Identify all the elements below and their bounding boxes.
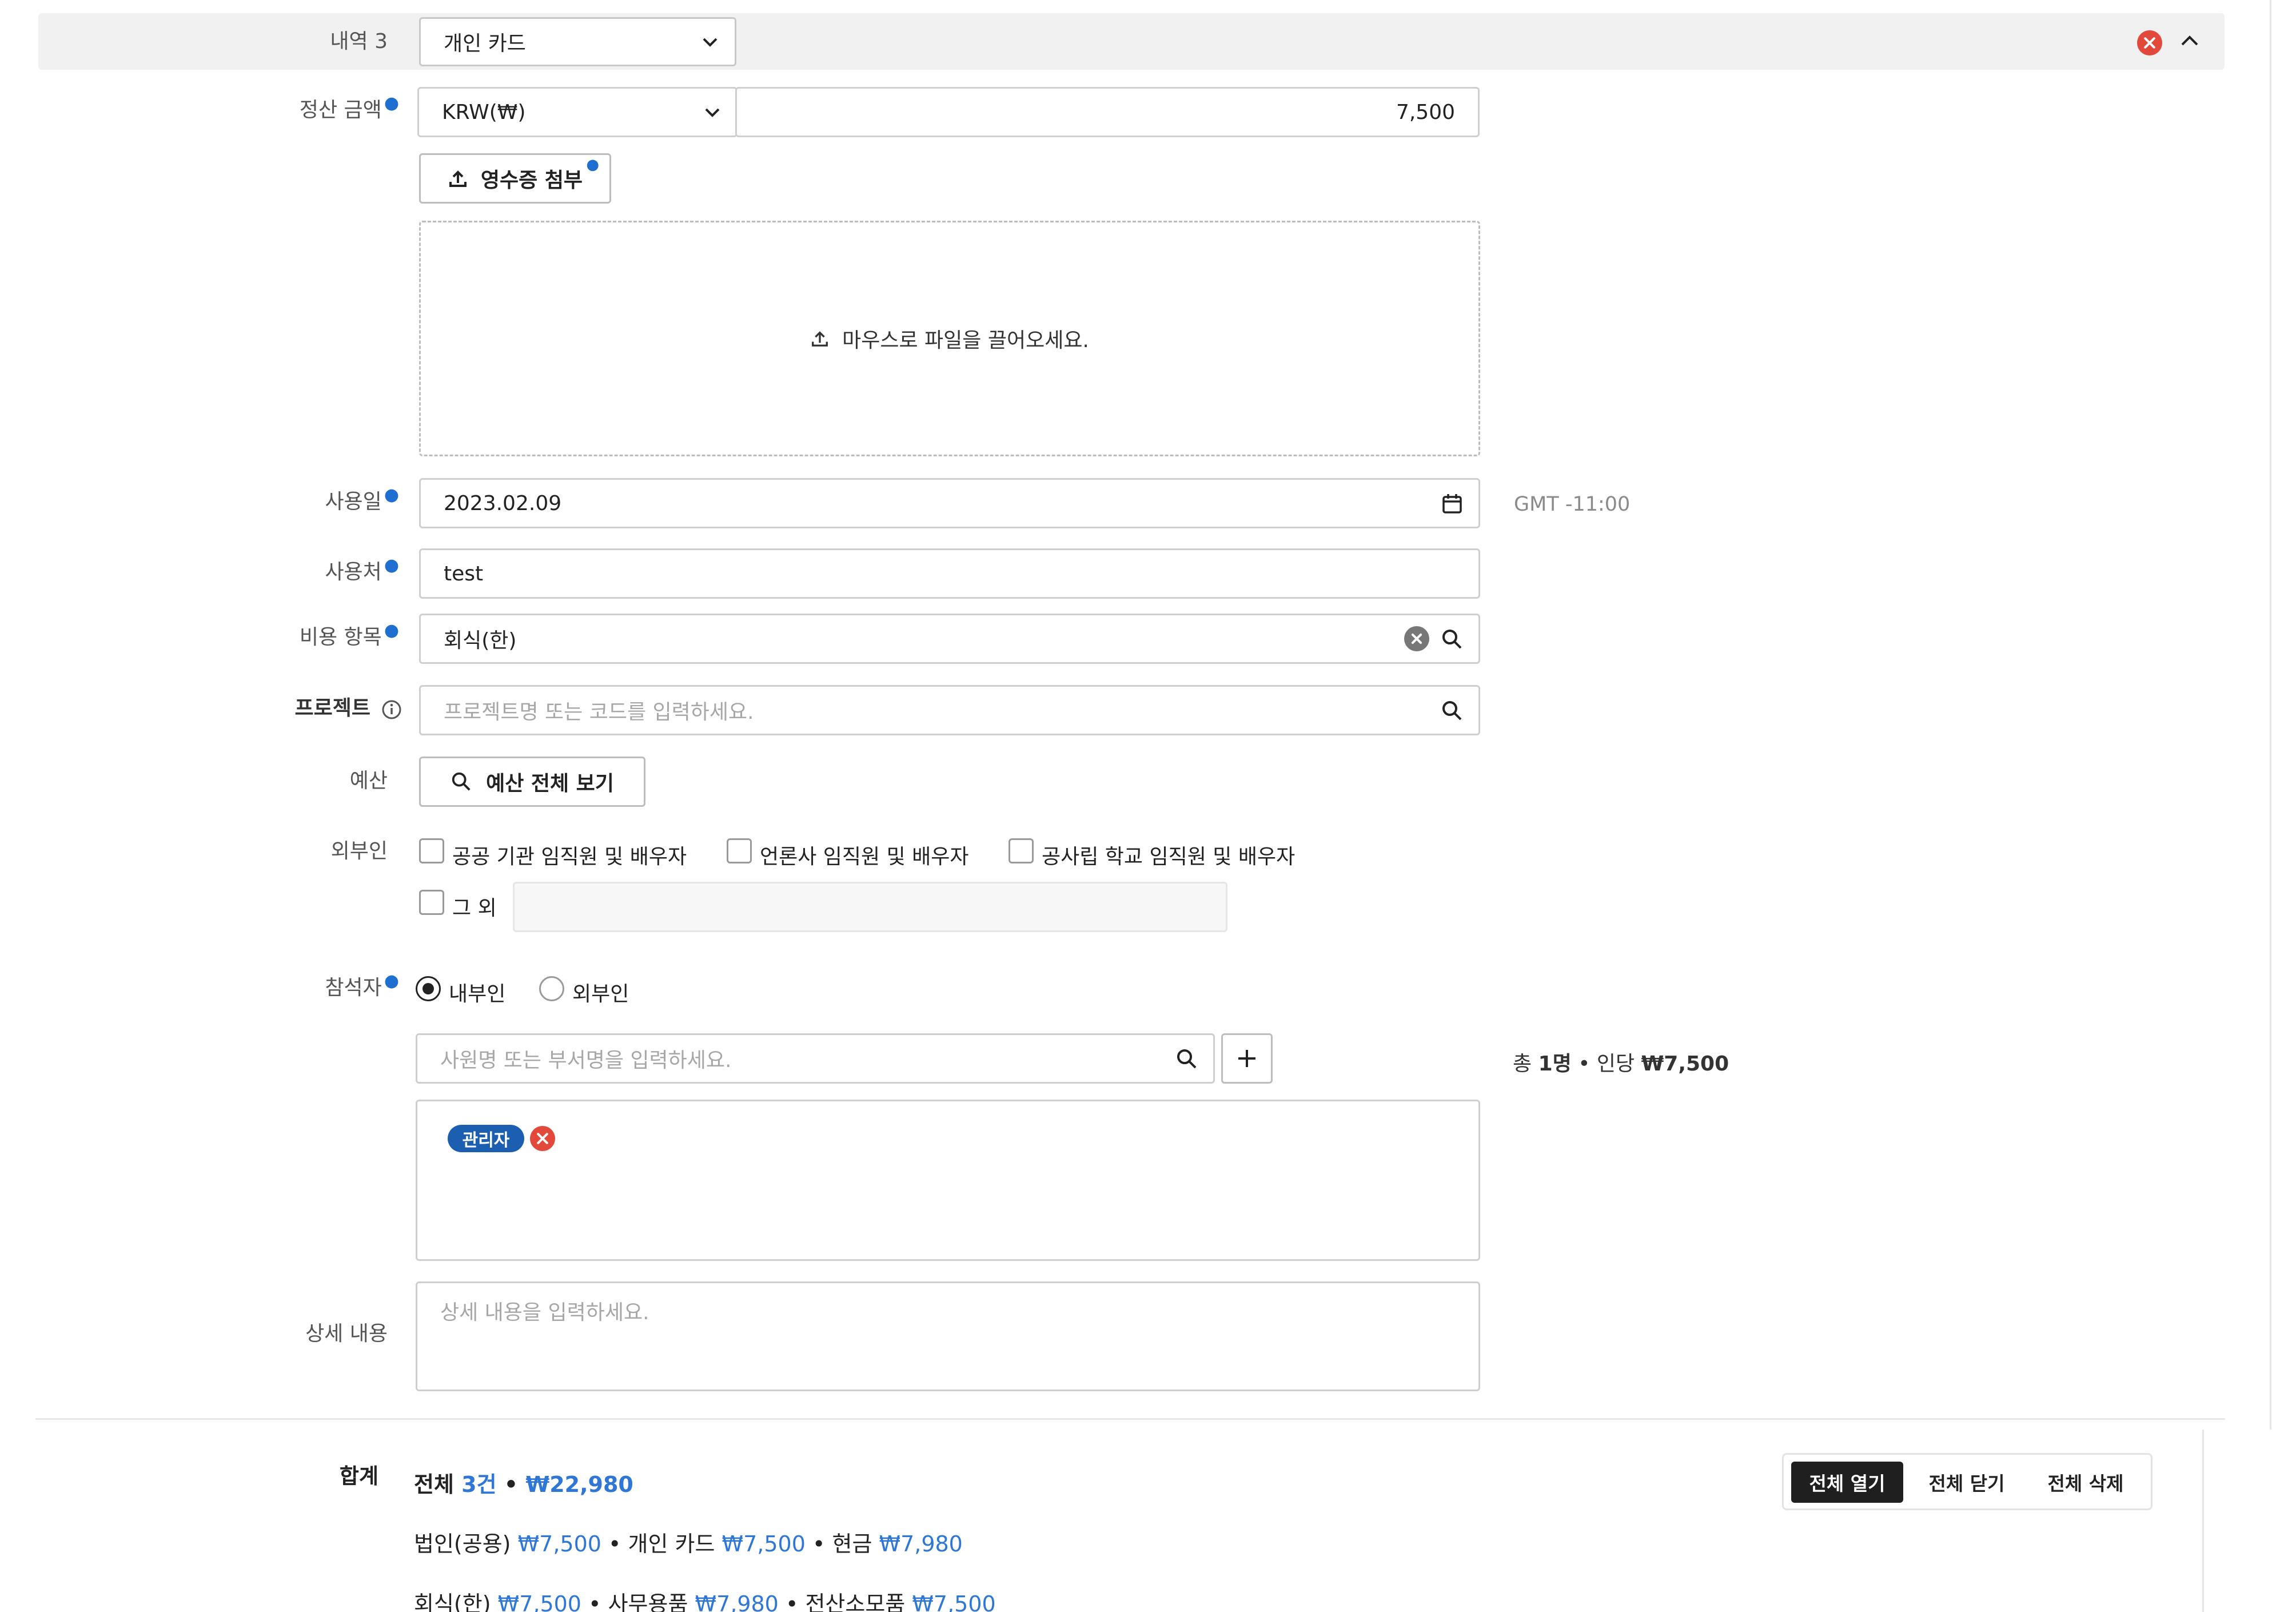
- merchant-label: 사용처 ●: [325, 555, 399, 584]
- expense-item-input[interactable]: 회식(한): [419, 614, 1480, 664]
- totals-label: 합계: [339, 1464, 378, 1488]
- delete-all-button[interactable]: 전체 삭제: [2030, 1462, 2142, 1503]
- search-icon[interactable]: [1175, 1048, 1198, 1070]
- required-dot: ●: [586, 156, 599, 173]
- details-placeholder: 상세 내용을 입력하세요.: [440, 1301, 649, 1324]
- info-icon[interactable]: [381, 699, 402, 721]
- use-date-value: 2023.02.09: [444, 491, 562, 515]
- attendee-list-box: 관리자: [416, 1100, 1480, 1261]
- payment-method-value: 개인 카드: [444, 32, 526, 55]
- merchant-value: test: [444, 562, 484, 586]
- search-icon: [452, 772, 471, 791]
- radio-internal[interactable]: [416, 976, 441, 1001]
- use-date-input[interactable]: 2023.02.09: [419, 478, 1480, 528]
- currency-select[interactable]: KRW(₩): [417, 87, 738, 137]
- details-textarea[interactable]: 상세 내용을 입력하세요.: [416, 1281, 1480, 1391]
- project-placeholder: 프로젝트명 또는 코드를 입력하세요.: [444, 700, 754, 724]
- timezone-text: GMT -11:00: [1514, 493, 1631, 516]
- attendee-search-placeholder: 사원명 또는 부서명을 입력하세요.: [440, 1049, 732, 1072]
- section-divider: [35, 1418, 2225, 1420]
- expense-item-label: 비용 항목 ●: [299, 620, 399, 649]
- view-all-budget-button[interactable]: 예산 전체 보기: [419, 757, 645, 807]
- search-icon[interactable]: [1441, 699, 1464, 722]
- attendee-summary: 총 1명 • 인당 ₩7,500: [1513, 1052, 1729, 1076]
- outsiders-label: 외부인: [330, 839, 388, 863]
- chevron-down-icon: [703, 38, 718, 47]
- use-date-label: 사용일 ●: [325, 485, 399, 514]
- checkbox-public-officials[interactable]: [419, 838, 444, 863]
- other-outsider-input[interactable]: [513, 882, 1227, 932]
- radio-internal-label: 내부인: [449, 982, 506, 1006]
- attendee-tag: 관리자: [448, 1125, 524, 1152]
- radio-external-label: 외부인: [572, 982, 629, 1006]
- item-label: 내역 3: [330, 30, 388, 53]
- upload-icon: [449, 170, 467, 187]
- checkbox-schools-label: 공사립 학교 임직원 및 배우자: [1042, 845, 1296, 869]
- currency-value: KRW(₩): [442, 100, 526, 124]
- attendee-search-input[interactable]: 사원명 또는 부서명을 입력하세요.: [416, 1033, 1215, 1084]
- attach-receipt-label: 영수증 첨부: [480, 169, 583, 192]
- calendar-icon[interactable]: [1441, 492, 1464, 515]
- amount-input[interactable]: 7,500: [735, 87, 1480, 137]
- project-label: 프로젝트: [294, 696, 370, 720]
- checkbox-press[interactable]: [727, 838, 752, 863]
- chevron-down-icon: [705, 108, 720, 117]
- open-all-button[interactable]: 전체 열기: [1791, 1462, 1903, 1503]
- details-label: 상세 내용: [305, 1322, 388, 1346]
- plus-icon: [1238, 1050, 1255, 1067]
- clear-icon[interactable]: [1404, 626, 1429, 651]
- view-all-budget-label: 예산 전체 보기: [486, 772, 614, 795]
- add-attendee-button[interactable]: [1221, 1033, 1273, 1084]
- amount-value: 7,500: [1396, 100, 1455, 124]
- right-border-line: [2270, 0, 2271, 1430]
- chevron-up-icon[interactable]: [2180, 33, 2199, 48]
- checkbox-schools[interactable]: [1009, 838, 1034, 863]
- checkbox-press-label: 언론사 임직원 및 배우자: [760, 845, 969, 869]
- attach-receipt-button[interactable]: 영수증 첨부 ●: [419, 153, 611, 204]
- remove-item-icon[interactable]: [2137, 30, 2162, 55]
- file-drop-zone[interactable]: 마우스로 파일을 끌어오세요.: [419, 221, 1480, 456]
- checkbox-public-officials-label: 공공 기관 임직원 및 배우자: [452, 845, 687, 869]
- project-input[interactable]: 프로젝트명 또는 코드를 입력하세요.: [419, 685, 1480, 735]
- expense-item-value: 회식(한): [444, 629, 517, 652]
- totals-by-category: 회식(한) ₩7,500 • 사무용품 ₩7,980 • 전산소모품 ₩7,50…: [414, 1591, 996, 1612]
- search-icon[interactable]: [1441, 628, 1464, 651]
- checkbox-other-label: 그 외: [452, 897, 497, 920]
- upload-icon: [812, 331, 828, 347]
- expand-collapse-group: 전체 열기 전체 닫기 전체 삭제: [1782, 1453, 2152, 1510]
- checkbox-other[interactable]: [419, 890, 444, 915]
- drop-zone-text: 마우스로 파일을 끌어오세요.: [842, 329, 1089, 352]
- merchant-input[interactable]: test: [419, 548, 1480, 599]
- attendees-label: 참석자 ●: [325, 971, 399, 1000]
- remove-attendee-icon[interactable]: [530, 1126, 555, 1151]
- budget-label: 예산: [349, 769, 388, 793]
- radio-external[interactable]: [539, 976, 564, 1001]
- totals-summary: 전체 3건 • ₩22,980: [414, 1472, 633, 1497]
- close-all-button[interactable]: 전체 닫기: [1911, 1462, 2023, 1503]
- totals-by-payment: 법인(공용) ₩7,500 • 개인 카드 ₩7,500 • 현금 ₩7,980: [414, 1531, 963, 1557]
- payment-method-select[interactable]: 개인 카드: [419, 17, 736, 66]
- amount-label: 정산 금액 ●: [299, 93, 399, 122]
- right-border-line-lower: [2202, 1430, 2204, 1612]
